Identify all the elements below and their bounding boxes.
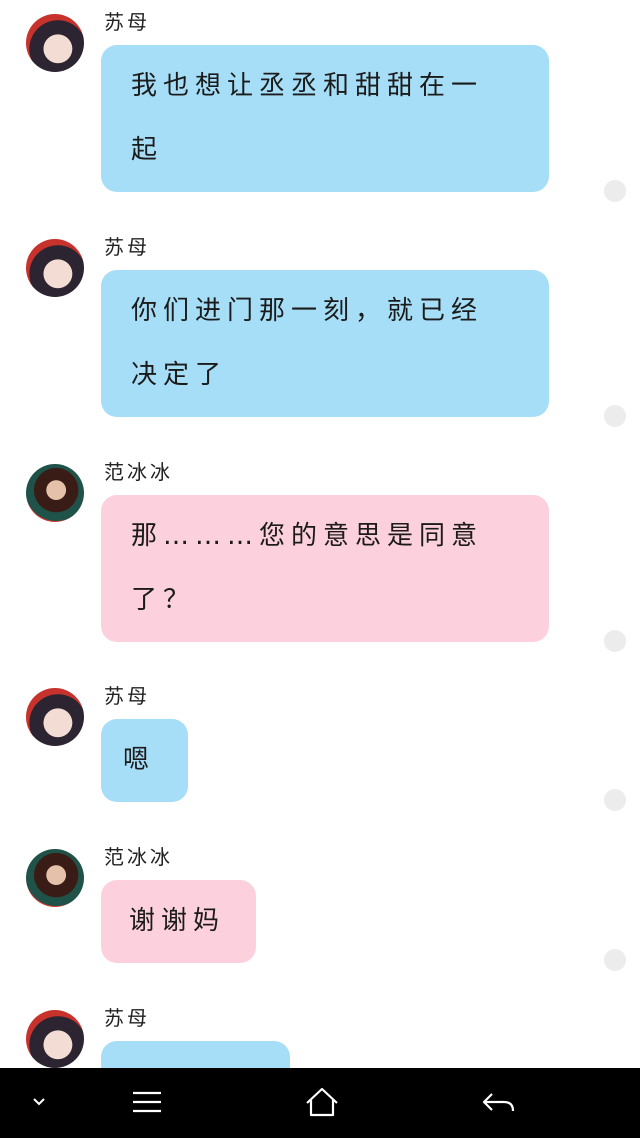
- chat-message: 范冰冰 谢谢妈: [0, 835, 640, 985]
- home-icon[interactable]: [282, 1068, 362, 1138]
- avatar[interactable]: [26, 688, 84, 746]
- sender-name: 范冰冰: [104, 460, 173, 484]
- avatar[interactable]: [26, 14, 84, 72]
- chat-message: 范冰冰 那………您的意思是同意 了？: [0, 450, 640, 660]
- message-line: 起: [131, 135, 164, 165]
- message-line: 嗯: [123, 745, 156, 775]
- message-line: 了？: [131, 585, 196, 615]
- chevron-down-icon[interactable]: [0, 1068, 80, 1138]
- message-line: 谢谢妈: [129, 906, 226, 936]
- back-icon[interactable]: [458, 1068, 538, 1138]
- avatar[interactable]: [26, 1010, 84, 1068]
- chat-message: 苏母 你们进门那一刻，就已经 决定了: [0, 225, 640, 435]
- avatar[interactable]: [26, 849, 84, 907]
- chat-area[interactable]: 苏母 我也想让丞丞和甜甜在一 起 苏母 你们进门那一刻，就已经 决定了 范冰冰 …: [0, 0, 640, 1068]
- message-bubble[interactable]: 嗯: [101, 719, 188, 802]
- message-line: 你们进门那一刻，就已经: [131, 296, 484, 326]
- message-bubble[interactable]: 谢谢妈: [101, 880, 256, 963]
- sender-name: 范冰冰: [104, 845, 173, 869]
- message-line: 我也想让丞丞和甜甜在一: [131, 71, 484, 101]
- menu-icon[interactable]: [107, 1068, 187, 1138]
- message-line: 决定了: [131, 360, 228, 390]
- sender-name: 苏母: [104, 1006, 150, 1030]
- chat-message: 苏母 嗯: [0, 674, 640, 824]
- sender-name: 苏母: [104, 235, 150, 259]
- avatar[interactable]: [26, 239, 84, 297]
- message-bubble[interactable]: 你们进门那一刻，就已经 决定了: [101, 270, 549, 417]
- read-status-dot: [604, 180, 626, 202]
- avatar[interactable]: [26, 464, 84, 522]
- read-status-dot: [604, 405, 626, 427]
- message-bubble[interactable]: [101, 1041, 290, 1068]
- message-bubble[interactable]: 我也想让丞丞和甜甜在一 起: [101, 45, 549, 192]
- read-status-dot: [604, 949, 626, 971]
- read-status-dot: [604, 789, 626, 811]
- chat-message: 苏母 我也想让丞丞和甜甜在一 起: [0, 0, 640, 210]
- message-line: 那………您的意思是同意: [131, 521, 484, 551]
- chat-message: 苏母: [0, 996, 640, 1068]
- sender-name: 苏母: [104, 684, 150, 708]
- message-bubble[interactable]: 那………您的意思是同意 了？: [101, 495, 549, 642]
- navigation-bar: [0, 1068, 640, 1138]
- sender-name: 苏母: [104, 10, 150, 34]
- read-status-dot: [604, 630, 626, 652]
